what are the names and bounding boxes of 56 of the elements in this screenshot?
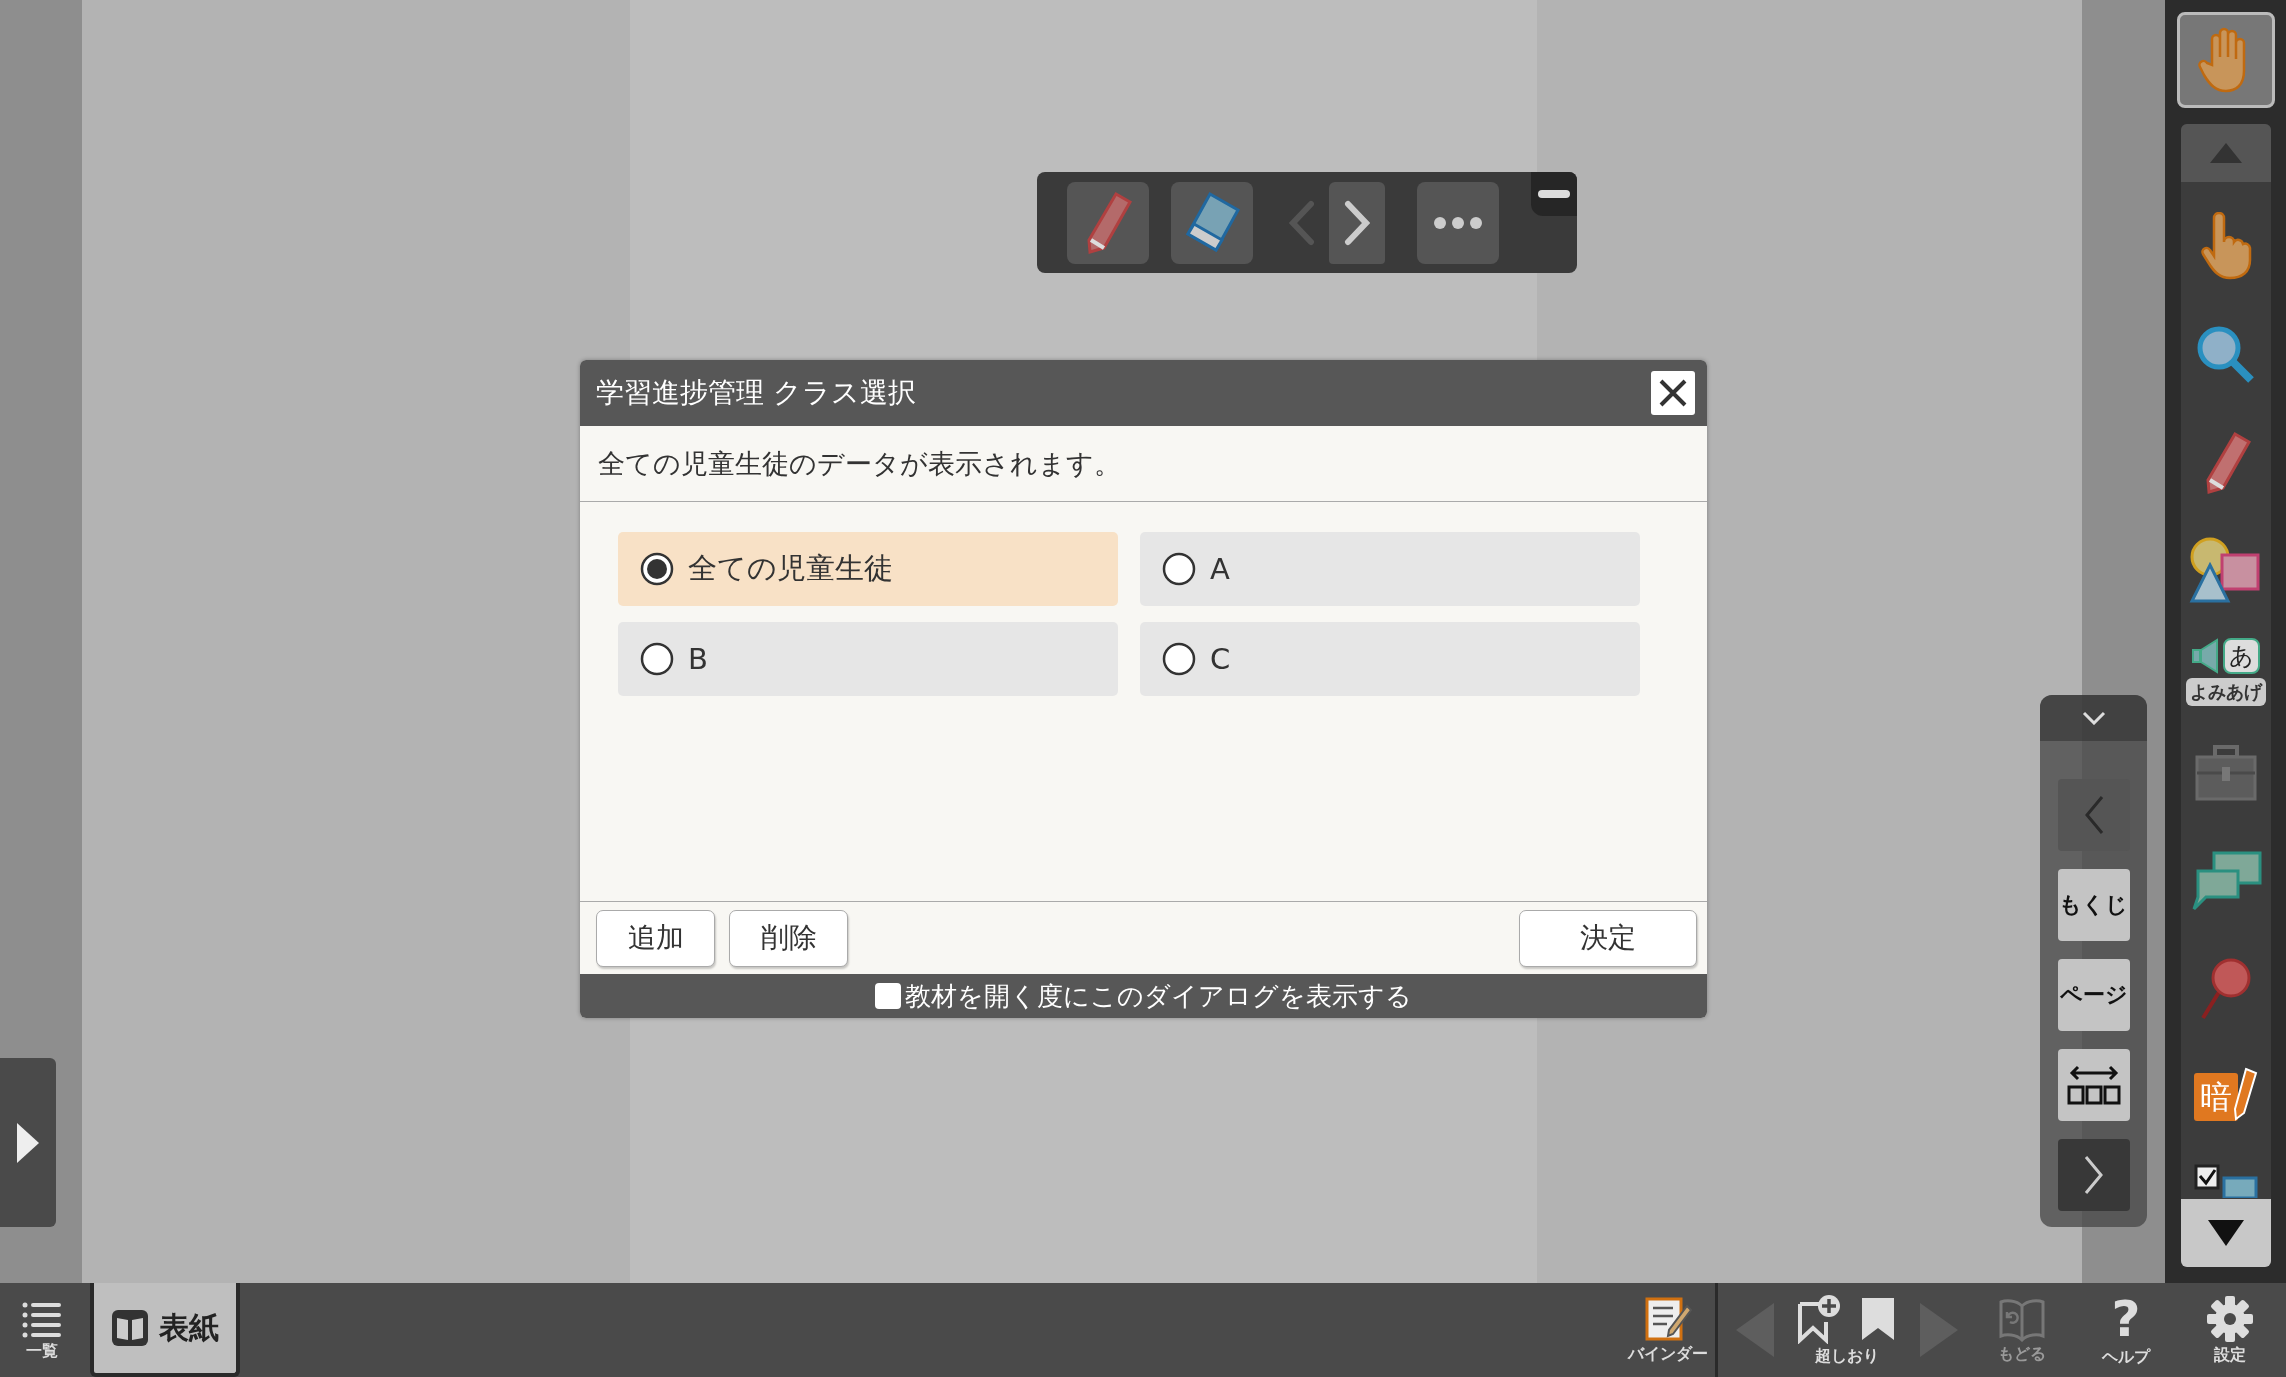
minus-icon (1538, 190, 1570, 198)
checkbox-form-icon (2193, 1164, 2258, 1198)
read-aloud-label: よみあげ (2185, 678, 2266, 706)
radio-button (1162, 642, 1196, 676)
more-button[interactable] (1417, 181, 1499, 264)
notebook-pencil-icon (1643, 1295, 1693, 1342)
list-button[interactable]: 一覧 (0, 1283, 84, 1377)
dialog-button[interactable]: 追加 (596, 909, 715, 967)
more-icon (1433, 215, 1483, 230)
dialog-message: 全ての児童生徒のデータが表示されます。 (580, 426, 1707, 502)
chevron-right-icon (2083, 1155, 2104, 1195)
minimize-button[interactable] (1531, 172, 1577, 216)
chevron-left-icon (2083, 795, 2104, 835)
settings-icon (2206, 1294, 2254, 1343)
triangle-up-icon (2207, 141, 2244, 165)
next-button[interactable] (2057, 1139, 2130, 1211)
class-option[interactable]: 全ての児童生徒 (618, 532, 1118, 606)
class-option[interactable]: B (618, 622, 1118, 696)
chevron-down-icon (2081, 711, 2106, 725)
radio-button (640, 642, 674, 676)
checkbox[interactable] (875, 983, 901, 1009)
pointing-hand-icon (2199, 212, 2252, 282)
class-option[interactable]: A (1140, 532, 1640, 606)
checkbox-label: 教材を開く度にこのダイアログを表示する (905, 979, 1412, 1013)
close-icon (1658, 378, 1688, 408)
triangle-down-icon (2205, 1218, 2246, 1248)
confirm-button[interactable]: 決定 (1519, 909, 1697, 967)
radio-button (1162, 552, 1196, 586)
add-bookmark-icon[interactable] (1796, 1293, 1842, 1344)
nav-button[interactable]: もくじ (2057, 869, 2130, 941)
chevron-right-icon (1344, 199, 1370, 246)
eraser-button[interactable] (1171, 181, 1253, 264)
bookmark-label: 超しおり (1815, 1345, 1879, 1367)
collapse-button[interactable] (2040, 695, 2147, 741)
nav-button[interactable]: ページ (2057, 959, 2130, 1031)
radio-button (640, 552, 674, 586)
next-page-button[interactable] (1329, 181, 1385, 264)
dialog-title: 学習進捗管理 クラス選択 (596, 375, 917, 411)
class-option[interactable]: C (1140, 622, 1640, 696)
cover-tab[interactable]: 表紙 (90, 1283, 240, 1377)
play-triangle-icon (15, 1120, 41, 1165)
settings-button[interactable]: 設定 (2188, 1294, 2272, 1366)
speaker-icon (2191, 638, 2221, 674)
book-icon (111, 1309, 149, 1347)
hiragana-bubble: あ (2223, 638, 2260, 674)
dialog-button[interactable]: 削除 (729, 909, 848, 967)
close-button[interactable] (1651, 371, 1695, 415)
memorize-card: 暗 (2193, 1073, 2238, 1121)
quiz-tool[interactable] (2193, 1164, 2258, 1199)
spread-pages-icon (2065, 1063, 2122, 1107)
read-aloud-tool[interactable]: あ よみあげ (2185, 638, 2266, 706)
help-button[interactable]: ? ヘルプ (2084, 1292, 2168, 1368)
binder-button[interactable]: バインダー (1623, 1283, 1713, 1377)
spread-button[interactable] (2057, 1049, 2130, 1121)
scroll-down-button[interactable] (2180, 1199, 2271, 1267)
side-panel-toggle[interactable] (0, 1058, 56, 1227)
